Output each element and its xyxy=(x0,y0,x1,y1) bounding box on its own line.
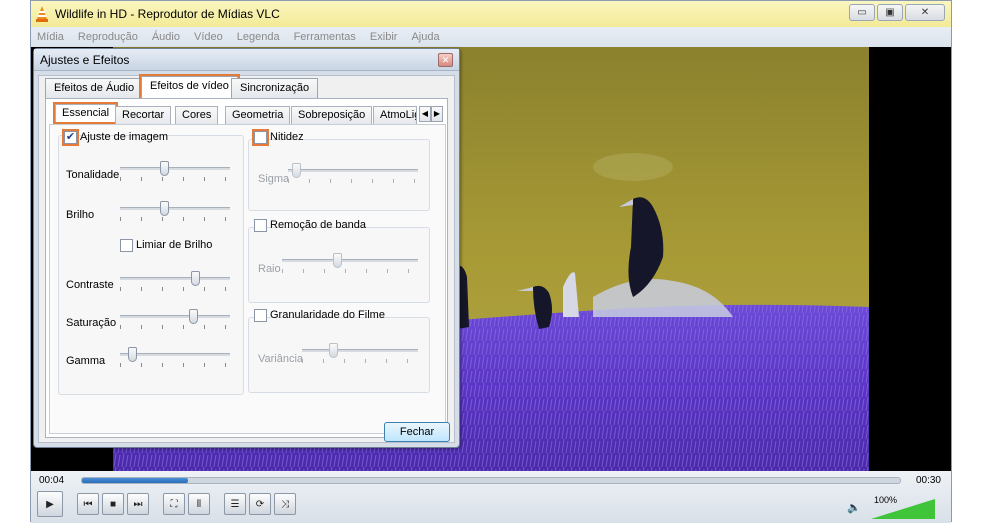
menu-video[interactable]: Vídeo xyxy=(194,31,223,43)
tab-video-effects[interactable]: Efeitos de vídeo xyxy=(139,74,240,100)
tab-scroll-right-icon[interactable]: ▶ xyxy=(431,106,443,122)
title-bar: Wildlife in HD - Reprodutor de Mídias VL… xyxy=(31,1,951,27)
random-icon[interactable]: ⤨ xyxy=(274,493,296,515)
dialog-title: Ajustes e Efeitos xyxy=(34,49,459,71)
subtab-essential[interactable]: Essencial xyxy=(52,102,119,124)
next-icon[interactable]: ⏭ xyxy=(127,493,149,515)
banding-removal-checkbox[interactable] xyxy=(254,219,267,232)
close-dialog-button[interactable]: Fechar xyxy=(384,422,450,442)
variance-label: Variância xyxy=(258,353,304,365)
menu-legenda[interactable]: Legenda xyxy=(237,31,280,43)
tab-audio-effects[interactable]: Efeitos de Áudio xyxy=(45,78,144,98)
hue-slider[interactable] xyxy=(120,161,230,181)
volume-slider[interactable] xyxy=(871,497,935,519)
sharpen-checkbox[interactable] xyxy=(252,129,269,146)
playlist-icon[interactable]: ☰ xyxy=(224,493,246,515)
brightness-threshold-label: Limiar de Brilho xyxy=(136,239,213,251)
fullscreen-icon[interactable]: ⛶ xyxy=(163,493,185,515)
image-adjust-checkbox[interactable]: ✔ xyxy=(62,129,79,146)
radius-slider[interactable] xyxy=(282,253,418,273)
adjustments-dialog: Ajustes e Efeitos ✕ Efeitos de Áudio Efe… xyxy=(33,48,460,448)
contrast-slider[interactable] xyxy=(120,271,230,291)
subtab-atmolight[interactable]: AtmoLig xyxy=(373,106,417,124)
sigma-slider[interactable] xyxy=(288,163,418,183)
loop-icon[interactable]: ⟳ xyxy=(249,493,271,515)
seek-bar[interactable] xyxy=(81,477,901,484)
tab-synchronization[interactable]: Sincronização xyxy=(231,78,319,98)
gamma-label: Gamma xyxy=(66,355,106,367)
radius-label: Raio xyxy=(258,263,281,275)
vlc-cone-icon xyxy=(36,6,48,22)
sigma-label: Sigma xyxy=(258,173,290,185)
subtab-colors[interactable]: Cores xyxy=(175,106,219,124)
elapsed-time: 00:04 xyxy=(39,475,65,486)
brightness-slider[interactable] xyxy=(120,201,230,221)
minimize-button[interactable]: ▭ xyxy=(849,4,875,21)
saturation-slider[interactable] xyxy=(120,309,230,329)
speaker-icon[interactable]: 🔈 xyxy=(847,501,861,514)
total-time: 00:30 xyxy=(915,475,941,486)
variance-slider[interactable] xyxy=(302,343,418,363)
menu-bar: Mídia Reprodução Áudio Vídeo Legenda Fer… xyxy=(31,27,951,47)
gamma-slider[interactable] xyxy=(120,347,230,367)
image-adjust-label: Ajuste de imagem xyxy=(80,131,169,143)
prev-icon[interactable]: ⏮ xyxy=(77,493,99,515)
menu-reproducao[interactable]: Reprodução xyxy=(78,31,138,43)
window-title: Wildlife in HD - Reprodutor de Mídias VL… xyxy=(55,7,280,21)
contrast-label: Contraste xyxy=(66,279,114,291)
menu-midia[interactable]: Mídia xyxy=(37,31,64,43)
seek-progress xyxy=(82,478,189,483)
player-controls: 00:04 00:30 ▶ ⏮ ■ ⏭ ⛶ ⦀ ☰ ⟳ ⤨ 🔈 100% xyxy=(31,471,951,523)
stop-icon[interactable]: ■ xyxy=(102,493,124,515)
banding-removal-label: Remoção de banda xyxy=(270,219,367,231)
dialog-close-icon[interactable]: ✕ xyxy=(438,53,453,67)
extended-settings-icon[interactable]: ⦀ xyxy=(188,493,210,515)
close-button[interactable]: ✕ xyxy=(905,4,945,21)
film-grain-label: Granularidade do Filme xyxy=(270,309,385,321)
menu-exibir[interactable]: Exibir xyxy=(370,31,398,43)
sharpen-label: Nitidez xyxy=(270,131,304,143)
brightness-label: Brilho xyxy=(66,209,95,221)
dialog-body: Efeitos de Áudio Efeitos de vídeo Sincro… xyxy=(38,74,455,443)
subtab-geometry[interactable]: Geometria xyxy=(225,106,291,124)
menu-audio[interactable]: Áudio xyxy=(152,31,180,43)
essential-panel: ✔ Ajuste de imagem Tonalidade Brilho Lim… xyxy=(49,124,446,434)
hue-label: Tonalidade xyxy=(66,169,120,181)
restore-button[interactable]: ▣ xyxy=(877,4,903,21)
film-grain-checkbox[interactable] xyxy=(254,309,267,322)
play-button[interactable]: ▶ xyxy=(37,491,63,517)
brightness-threshold-checkbox[interactable] xyxy=(120,239,133,252)
menu-ajuda[interactable]: Ajuda xyxy=(411,31,439,43)
saturation-label: Saturação xyxy=(66,317,117,329)
volume-control[interactable]: 🔈 100% xyxy=(847,491,937,519)
subtab-overlay[interactable]: Sobreposição xyxy=(291,106,373,124)
menu-ferramentas[interactable]: Ferramentas xyxy=(294,31,356,43)
tab-scroll-left-icon[interactable]: ◀ xyxy=(419,106,431,122)
subtab-crop[interactable]: Recortar xyxy=(115,106,172,124)
